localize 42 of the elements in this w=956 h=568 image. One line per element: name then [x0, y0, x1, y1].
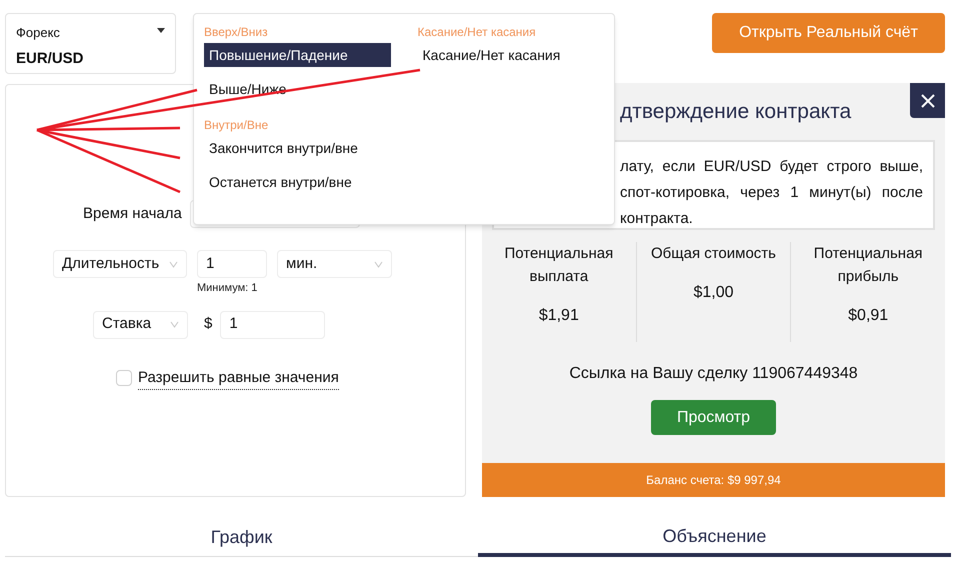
close-button[interactable] [910, 83, 945, 118]
stat-value: $0,91 [848, 306, 888, 326]
currency-sign: $ [204, 314, 212, 334]
confirmation-title: дтверждение контракта [620, 98, 852, 125]
menu-item[interactable]: Закончится внутри/вне [204, 136, 390, 160]
allow-equals-label[interactable]: Разрешить равные значения [138, 366, 339, 390]
stat-label: Потенциальная выплата [503, 244, 614, 287]
description-line: спот-котировка, через 1 минут(ы) после [620, 183, 923, 203]
instrument-selector[interactable]: Форекс EUR/USD [5, 13, 176, 74]
deal-reference: Ссылка на Вашу сделку 119067449348 [569, 364, 858, 384]
menu-group-header: Вверх/Вниз [204, 24, 269, 41]
balance-text: Баланс счета: $9 997,94 [646, 472, 781, 489]
stat-value: $1,00 [693, 283, 734, 303]
menu-item[interactable]: Выше/Ниже [204, 77, 390, 101]
tab[interactable]: Объяснение [478, 519, 951, 557]
menu-item[interactable]: Повышение/Падение [204, 43, 390, 67]
start-time-label: Время начала [83, 204, 182, 224]
stake-select[interactable]: Ставка [93, 310, 188, 338]
category-label: Форекс [16, 24, 60, 42]
menu-group-header: Касание/Нет касания [418, 24, 537, 41]
description-line: контракта. [620, 209, 694, 229]
view-button[interactable]: Просмотр [651, 400, 776, 435]
stake-input[interactable]: 1 [220, 310, 326, 338]
chevron-down-icon [374, 260, 383, 268]
tab[interactable]: График [5, 519, 478, 557]
chevron-down-icon [169, 260, 178, 268]
allow-equals-checkbox[interactable] [116, 370, 132, 386]
menu-item[interactable]: Касание/Нет касания [418, 43, 604, 67]
chevron-down-icon [170, 321, 179, 328]
unit-select[interactable]: мин. [277, 250, 392, 278]
instrument-symbol: EUR/USD [16, 48, 85, 68]
duration-select[interactable]: Длительность [53, 250, 187, 278]
stat-label: Общая стоимость [650, 244, 777, 264]
stat-value: $1,91 [538, 306, 579, 326]
dropdown-caret-icon [157, 28, 165, 33]
stat-label: Потенциальная прибыль [812, 244, 924, 287]
minimum-hint: Минимум: 1 [197, 281, 258, 296]
menu-group-header: Внутри/Вне [204, 117, 270, 134]
close-icon [920, 94, 934, 108]
menu-item[interactable]: Останется внутри/вне [204, 170, 390, 194]
duration-input[interactable]: 1 [197, 250, 267, 278]
description-line: лату, если EUR/USD будет строго выше, [620, 157, 923, 177]
